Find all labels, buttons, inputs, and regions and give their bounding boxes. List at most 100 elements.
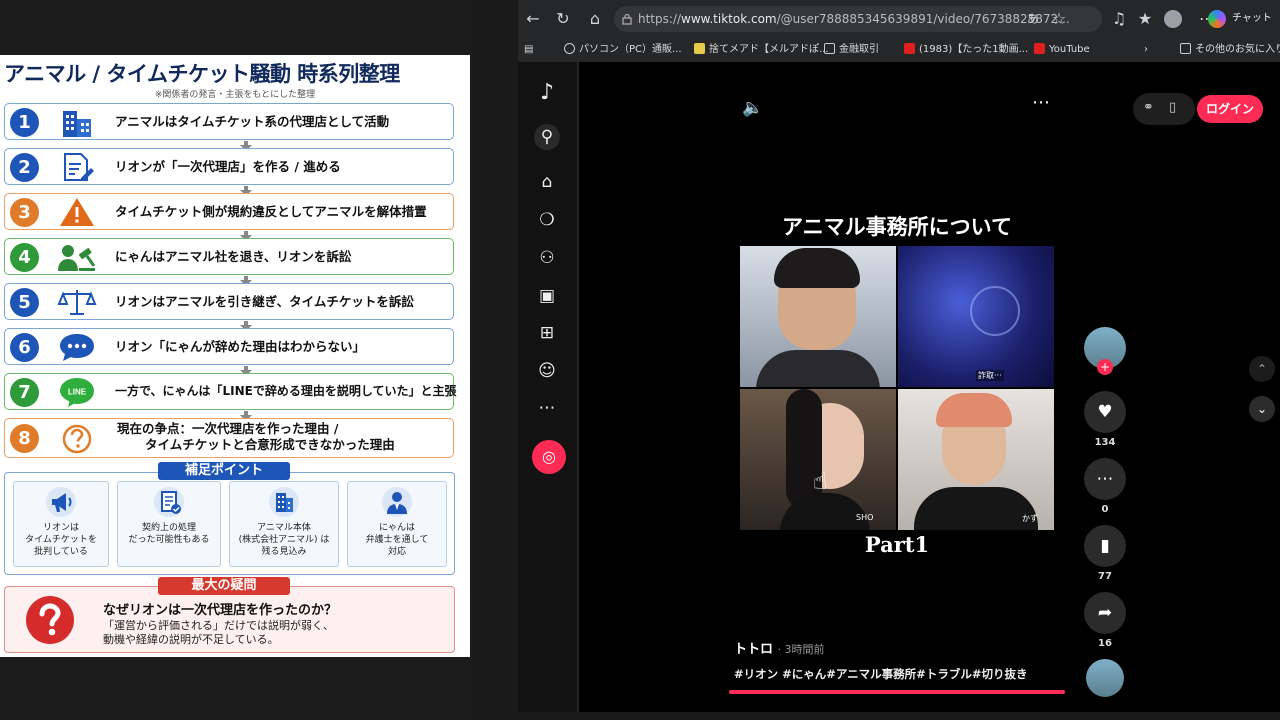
- bookmark-icon[interactable]: ▮: [1084, 525, 1126, 567]
- home-icon[interactable]: ⌂: [534, 169, 560, 195]
- supplement-card-2: 契約上の処理 だった可能性もある: [117, 481, 221, 567]
- building-icon: [63, 111, 91, 137]
- chat-bubble-icon: [60, 334, 94, 361]
- tile-name-tag: 詐取···: [976, 370, 1004, 381]
- upload-plus-icon[interactable]: ⊞: [534, 320, 560, 346]
- bookmark-item[interactable]: (1983)【たった1動画...: [904, 38, 1028, 62]
- profile-avatar[interactable]: [1164, 10, 1182, 28]
- step-text: リオン「にゃんが辞めた理由はわからない」: [115, 339, 366, 354]
- follow-plus-icon[interactable]: +: [1097, 359, 1113, 375]
- infographic-title: アニマル / タイムチケット騒動 時系列整理: [4, 62, 400, 86]
- copilot-chat-label[interactable]: チャット: [1232, 0, 1272, 38]
- supplement-heading: 補足ポイント: [158, 462, 290, 480]
- step-number-badge: 3: [10, 198, 39, 227]
- step-number-badge: 5: [10, 288, 39, 317]
- step-text: アニマルはタイムチケット系の代理店として活動: [115, 114, 390, 129]
- live-tv-icon[interactable]: ▣: [534, 283, 560, 309]
- video-author[interactable]: トトロ · 3時間前: [734, 638, 825, 657]
- supplement-text: にゃんは 弁護士を通して 対応: [365, 523, 429, 557]
- top-controls: ⚭ ▯: [1133, 93, 1195, 125]
- share-arrow-icon[interactable]: ➦: [1084, 592, 1126, 634]
- music-disc-avatar[interactable]: [1084, 659, 1126, 697]
- bookmark-item[interactable]: 金融取引: [824, 38, 879, 62]
- supplement-text: アニマル本体 (株式会社アニマル) は残る見込み: [238, 523, 330, 557]
- step-number-badge: 7: [10, 378, 39, 407]
- question-title: なぜリオンは一次代理店を作ったのか？: [103, 603, 338, 618]
- refresh-icon[interactable]: ↻: [552, 8, 574, 30]
- step-text: リオンはアニマルを引き継ぎ、タイムチケットを訴訟: [115, 294, 414, 309]
- login-button[interactable]: ログイン: [1197, 95, 1263, 123]
- step-number-badge: 1: [10, 108, 39, 137]
- bookmarks-bar: ▤ パソコン（PC）通販... 捨てメアド【メルアドぽ... 金融取引 (198…: [518, 38, 1280, 62]
- infographic-subtitle: ※関係者の発言・主張をもとにした整理: [154, 90, 316, 100]
- address-bar[interactable]: https://www.tiktok.com/@user788885345639…: [614, 6, 1102, 32]
- favorites-icon[interactable]: ★: [1134, 8, 1156, 30]
- timeline-step-4: 4 にゃんはアニマル社を退き、リオンを訴訟: [4, 238, 454, 275]
- supplement-card-4: にゃんは 弁護士を通して 対応: [347, 481, 447, 567]
- browser-toolbar: ← ↻ ⌂ https://www.tiktok.com/@user788885…: [518, 0, 1280, 38]
- url-text: https://www.tiktok.com/@user788885345639…: [638, 12, 1070, 26]
- chevron-right-icon[interactable]: ›: [1144, 38, 1148, 62]
- question-circle-icon: [62, 424, 92, 454]
- timeline-step-3: 3 タイムチケット側が規約違反としてアニマルを解体措置: [4, 193, 454, 230]
- like-button[interactable]: ♥ 134: [1084, 391, 1126, 448]
- building-icon: [269, 487, 299, 517]
- more-icon[interactable]: ⋯: [534, 395, 560, 421]
- creator-avatar[interactable]: +: [1084, 327, 1126, 375]
- svg-text:LINE: LINE: [68, 388, 87, 397]
- step-text: リオンが「一次代理店」を作る / 進める: [115, 159, 341, 174]
- supplement-box: リオンは タイムチケットを 批判している 契約上の処理 だった可能性もある アニマル本…: [4, 472, 455, 575]
- video-hashtags[interactable]: #リオン #にゃん#アニマル事務所#トラブル#切り抜き: [734, 666, 1027, 682]
- volume-icon[interactable]: 🔈: [742, 98, 763, 118]
- more-options-icon[interactable]: ⋯: [1032, 92, 1050, 113]
- tile-name-tag: かず: [1022, 514, 1038, 523]
- following-icon[interactable]: ⚇: [534, 245, 560, 271]
- bookmark-item[interactable]: YouTube: [1034, 38, 1090, 62]
- tiktok-logo-icon[interactable]: ♪: [534, 80, 560, 106]
- document-edit-icon: [64, 153, 94, 181]
- device-icon[interactable]: ▯: [1169, 100, 1176, 115]
- next-video-chevron-down-icon[interactable]: ⌄: [1249, 396, 1275, 422]
- music-icon[interactable]: ♫: [1108, 8, 1130, 30]
- video-part-label: Part1: [864, 532, 930, 557]
- browser-window: ← ↻ ⌂ https://www.tiktok.com/@user788885…: [518, 0, 1280, 712]
- timeline-step-5: 5 リオンはアニマルを引き継ぎ、タイムチケットを訴訟: [4, 283, 454, 320]
- lawyer-icon: [382, 487, 412, 517]
- timeline-infographic: アニマル / タイムチケット騒動 時系列整理 ※関係者の発言・主張をもとにした整…: [0, 55, 470, 657]
- supplement-card-1: リオンは タイムチケットを 批判している: [13, 481, 109, 567]
- comment-button[interactable]: ⋯ 0: [1084, 458, 1126, 515]
- back-icon[interactable]: ←: [522, 8, 544, 30]
- step-text: にゃんはアニマル社を退き、リオンを訴訟: [115, 249, 352, 264]
- search-icon[interactable]: ⚲: [534, 124, 560, 150]
- home-icon[interactable]: ⌂: [584, 8, 606, 30]
- comment-icon[interactable]: ⋯: [1084, 458, 1126, 500]
- previous-video-chevron-up-icon[interactable]: ⌃: [1249, 356, 1275, 382]
- warning-icon: [60, 198, 94, 226]
- step-number-badge: 8: [10, 424, 39, 453]
- bookmark-item[interactable]: 捨てメアド【メルアドぽ...: [694, 38, 829, 62]
- comment-count: 0: [1101, 504, 1109, 515]
- bookmark-item[interactable]: その他のお気に入り: [1180, 38, 1280, 62]
- video-progress-bar[interactable]: [729, 690, 1065, 694]
- bookmark-bar-icon[interactable]: ▤: [524, 38, 533, 62]
- video-tile-1: [740, 246, 896, 387]
- explore-compass-icon[interactable]: ❍: [534, 207, 560, 233]
- video-grid[interactable]: 詐取··· SHO かず: [740, 246, 1054, 530]
- tiktok-video-area: 🔈 ⋯ ⚭ ▯ ログイン アニマル事務所について 詐取··· SHO かず ☝ …: [579, 62, 1280, 712]
- timeline-step-2: 2 リオンが「一次代理店」を作る / 進める: [4, 148, 454, 185]
- autoscroll-icon[interactable]: ⚭: [1143, 100, 1154, 115]
- like-count: 134: [1094, 437, 1116, 448]
- bookmark-item[interactable]: パソコン（PC）通販...: [564, 38, 682, 62]
- video-title-overlay: アニマル事務所について: [782, 214, 1012, 239]
- heart-icon[interactable]: ♥: [1084, 391, 1126, 433]
- share-button[interactable]: ➦ 16: [1084, 592, 1126, 649]
- lock-icon[interactable]: [621, 13, 633, 25]
- save-button[interactable]: ▮ 77: [1084, 525, 1126, 582]
- timeline-step-7: 7 LINE 一方で、にゃんは「LINEで辞める理由を説明していた」と主張: [4, 373, 457, 410]
- favorite-star-icon[interactable]: ☆: [1048, 8, 1070, 30]
- copilot-icon[interactable]: [1208, 10, 1226, 28]
- gavel-person-icon: [58, 245, 96, 271]
- translate-icon[interactable]: あ: [1022, 8, 1044, 30]
- profile-icon[interactable]: ☺: [534, 358, 560, 384]
- tiktok-coin-icon[interactable]: ◎: [532, 440, 566, 474]
